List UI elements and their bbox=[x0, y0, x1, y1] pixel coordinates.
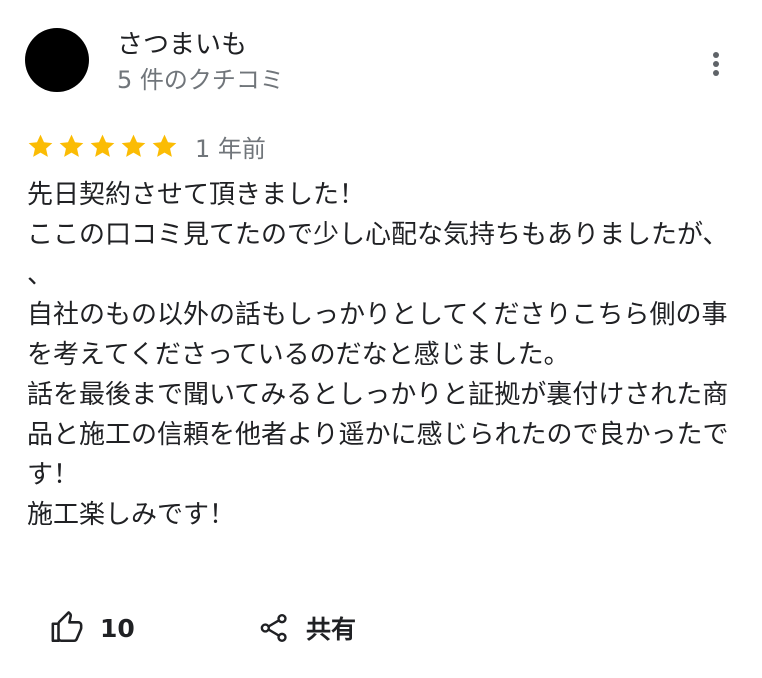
more-vert-icon bbox=[713, 52, 719, 76]
share-button[interactable]: 共有 bbox=[258, 607, 356, 649]
review-line: 話を最後まで聞いてみるとしっかりと証拠が裏付けされた商 品と施工の信頼を他者より遥… bbox=[27, 380, 729, 490]
review-line: 自社のもの以外の話もしっかりとしてくださりこちら側の事 を考えてくださっているのだ… bbox=[27, 300, 728, 370]
review-line: 先日契約させて頂きました！ bbox=[27, 180, 366, 210]
star-icon bbox=[28, 134, 53, 157]
review-time: 1 年前 bbox=[195, 134, 266, 163]
star-rating bbox=[26, 132, 179, 161]
like-count: 10 bbox=[100, 613, 135, 643]
share-icon bbox=[260, 614, 287, 642]
reviewer-name[interactable]: さつまいも bbox=[117, 28, 247, 62]
review-count[interactable]: 5 件のクチコミ bbox=[117, 64, 284, 96]
review-line: ここの口コミ見てたので少し心配な気持ちもありましたが、、 bbox=[27, 220, 729, 290]
review-card: さつまいも 5 件のクチコミ 1 年前 先日契約させて頂きました！ ここの口コミ… bbox=[0, 0, 762, 678]
more-options-button[interactable] bbox=[700, 44, 732, 84]
star-icon bbox=[59, 134, 84, 157]
star-icon bbox=[90, 134, 115, 157]
thumbs-up-icon bbox=[51, 611, 83, 643]
avatar[interactable] bbox=[25, 28, 89, 92]
share-label: 共有 bbox=[306, 615, 357, 644]
like-button[interactable]: 10 bbox=[50, 607, 135, 649]
review-line: 施工楽しみです！ bbox=[27, 500, 236, 530]
star-icon bbox=[121, 134, 146, 157]
star-icon bbox=[152, 134, 177, 157]
rating-row: 1 年前 bbox=[26, 130, 266, 163]
review-text: 先日契約させて頂きました！ ここの口コミ見てたので少し心配な気持ちもありましたが… bbox=[27, 175, 739, 535]
